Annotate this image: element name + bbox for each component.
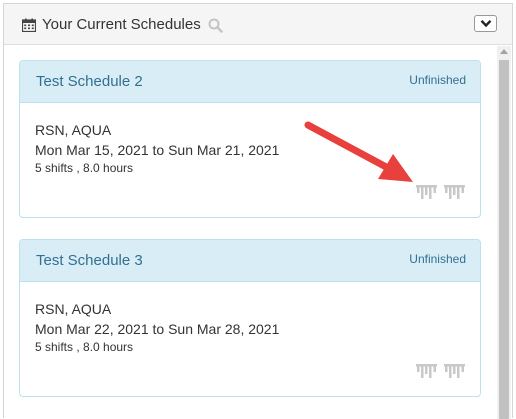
shift-bars-icon[interactable] [416,185,437,201]
schedules-panel: Your Current Schedules Test Schedule 2 U… [3,3,513,419]
scroll-up-arrow-icon[interactable] [500,49,508,54]
schedule-dates: Mon Mar 15, 2021 to Sun Mar 21, 2021 [35,142,280,158]
schedule-title[interactable]: Test Schedule 3 [36,252,143,269]
panel-header: Your Current Schedules [4,4,512,45]
shift-bars-icon[interactable] [444,185,465,201]
shift-bars-icon[interactable] [444,364,465,380]
schedule-summary: 5 shifts , 8.0 hours [35,161,134,175]
scrollbar-thumb[interactable] [499,60,509,419]
schedule-location: RSN, AQUA [35,122,112,138]
schedule-location: RSN, AQUA [35,301,112,317]
schedule-card[interactable]: Test Schedule 2 Unfinished RSN, AQUA Mon… [19,60,481,218]
search-icon[interactable] [208,18,223,33]
scrollbar[interactable] [497,46,511,419]
schedule-dates: Mon Mar 22, 2021 to Sun Mar 28, 2021 [35,321,280,337]
schedule-card-header: Test Schedule 2 Unfinished [20,61,480,103]
status-badge: Unfinished [409,73,466,87]
panel-title: Your Current Schedules [42,16,201,33]
status-badge: Unfinished [409,252,466,266]
chevron-down-icon [480,19,492,28]
collapse-button[interactable] [474,15,497,32]
schedule-card-header: Test Schedule 3 Unfinished [20,240,480,282]
calendar-icon [22,18,36,32]
schedule-card[interactable]: Test Schedule 3 Unfinished RSN, AQUA Mon… [19,239,481,397]
shift-bars-icon[interactable] [416,364,437,380]
schedule-title[interactable]: Test Schedule 2 [36,73,143,90]
schedule-summary: 5 shifts , 8.0 hours [35,340,134,354]
